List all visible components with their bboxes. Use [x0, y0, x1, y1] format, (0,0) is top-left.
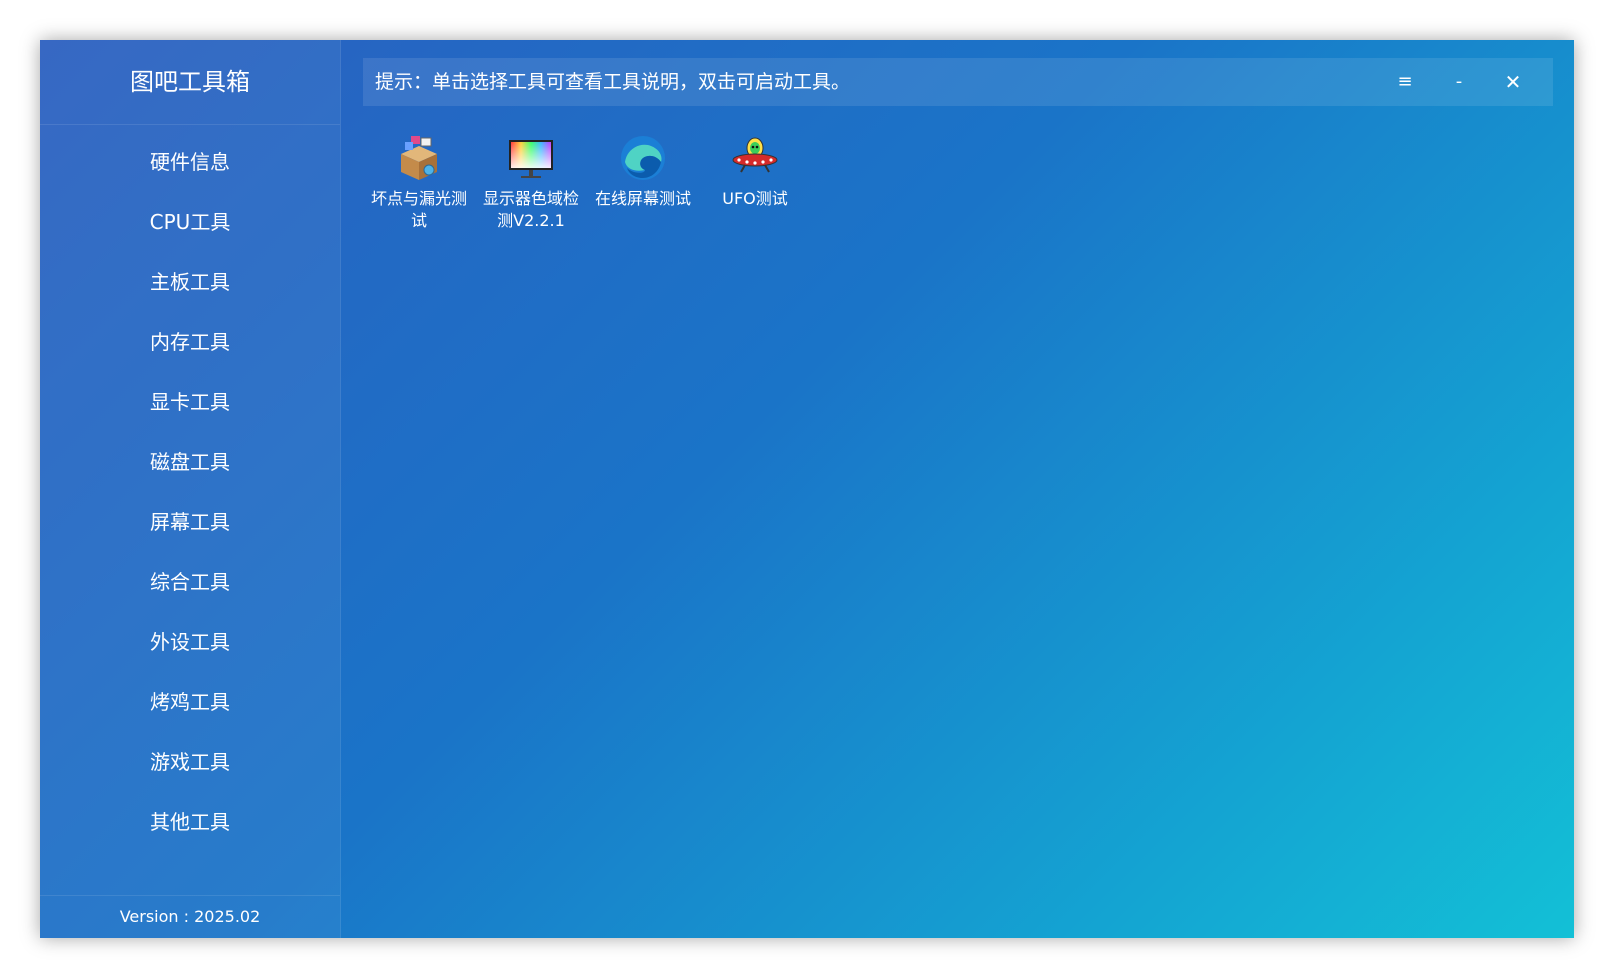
tool-label: 显示器色域检测V2.2.1 [482, 189, 579, 230]
sidebar-item-game-tools[interactable]: 游戏工具 [40, 732, 340, 792]
minimize-button[interactable]: - [1439, 58, 1479, 106]
sidebar-nav: 硬件信息 CPU工具 主板工具 内存工具 显卡工具 磁盘工具 屏幕工具 综合工具… [40, 132, 340, 852]
sidebar-item-disk-tools[interactable]: 磁盘工具 [40, 432, 340, 492]
sidebar-item-memory-tools[interactable]: 内存工具 [40, 312, 340, 372]
sidebar-item-general-tools[interactable]: 综合工具 [40, 552, 340, 612]
hint-text: 提示：单击选择工具可查看工具说明，双击可启动工具。 [375, 71, 851, 93]
package-box-icon [401, 136, 437, 180]
tool-item-ufo-test[interactable]: UFO测试 [699, 132, 811, 210]
monitor-color-icon [509, 140, 553, 178]
tool-item-color-gamut-test[interactable]: 显示器色域检测V2.2.1 [475, 132, 587, 232]
sidebar-item-peripheral-tools[interactable]: 外设工具 [40, 612, 340, 672]
version-label: Version : 2025.02 [40, 895, 340, 938]
sidebar-item-other-tools[interactable]: 其他工具 [40, 792, 340, 852]
sidebar-item-stress-tools[interactable]: 烤鸡工具 [40, 672, 340, 732]
tool-item-online-screen-test[interactable]: 在线屏幕测试 [587, 132, 699, 210]
sidebar-item-screen-tools[interactable]: 屏幕工具 [40, 492, 340, 552]
ufo-icon [732, 137, 778, 173]
sidebar-item-cpu-tools[interactable]: CPU工具 [40, 192, 340, 252]
tool-item-dead-pixel-test[interactable]: 坏点与漏光测试 [363, 132, 475, 232]
sidebar-item-motherboard-tools[interactable]: 主板工具 [40, 252, 340, 312]
app-window: 图吧工具箱 硬件信息 CPU工具 主板工具 内存工具 显卡工具 磁盘工具 屏幕工… [40, 40, 1574, 938]
hint-bar: 提示：单击选择工具可查看工具说明，双击可启动工具。 ≡ - ✕ [363, 58, 1553, 106]
close-button[interactable]: ✕ [1493, 58, 1533, 106]
edge-browser-icon [621, 136, 665, 180]
sidebar-item-gpu-tools[interactable]: 显卡工具 [40, 372, 340, 432]
app-title: 图吧工具箱 [40, 40, 340, 125]
sidebar: 图吧工具箱 硬件信息 CPU工具 主板工具 内存工具 显卡工具 磁盘工具 屏幕工… [40, 40, 341, 938]
tool-label: UFO测试 [722, 189, 788, 208]
menu-button[interactable]: ≡ [1385, 58, 1425, 106]
tool-label: 坏点与漏光测试 [370, 189, 467, 230]
sidebar-item-hardware-info[interactable]: 硬件信息 [40, 132, 340, 192]
tool-label: 在线屏幕测试 [594, 189, 691, 208]
